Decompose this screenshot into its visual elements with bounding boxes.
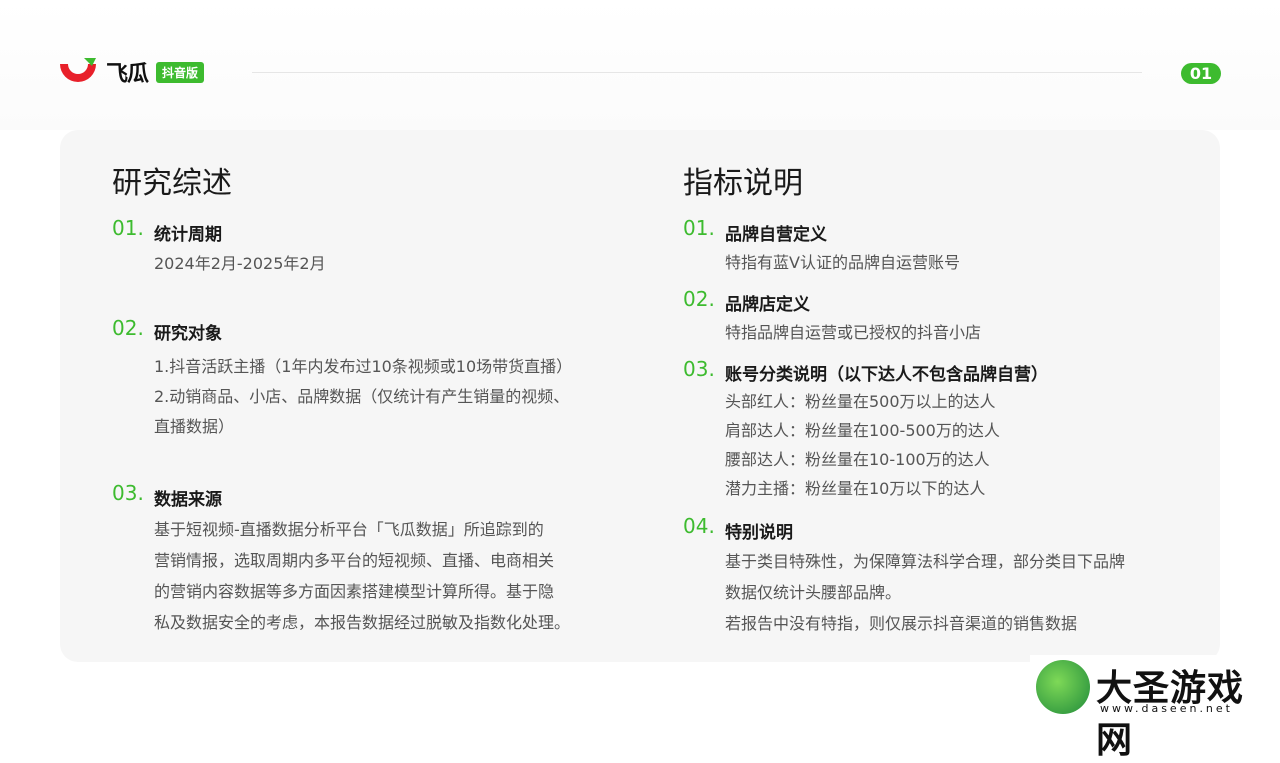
right-section-3-line-1: 头部红人：粉丝量在500万以上的达人 xyxy=(725,392,996,411)
watermark-logo-icon xyxy=(1036,660,1090,714)
right-section-3-heading: 账号分类说明（以下达人不包含品牌自营） xyxy=(725,365,1048,385)
melon-logo-icon xyxy=(58,56,102,88)
watermark-url: www.daseen.net xyxy=(1100,702,1233,715)
left-section-2-number: 02. xyxy=(112,316,144,340)
right-section-2-heading: 品牌店定义 xyxy=(725,295,810,315)
left-section-3-line-1: 基于短视频-直播数据分析平台「飞瓜数据」所追踪到的 xyxy=(154,520,544,539)
left-section-2-heading: 研究对象 xyxy=(154,324,222,344)
right-section-2-number: 02. xyxy=(683,287,715,311)
left-section-1-line-1: 2024年2月-2025年2月 xyxy=(154,254,326,273)
left-section-1-number: 01. xyxy=(112,216,144,240)
left-section-3-line-2: 营销情报，选取周期内多平台的短视频、直播、电商相关 xyxy=(154,551,555,570)
right-section-3-number: 03. xyxy=(683,357,715,381)
header-divider xyxy=(252,72,1142,73)
left-section-2-line-1: 1.抖音活跃主播（1年内发布过10条视频或10场带货直播） xyxy=(154,357,573,376)
right-column-title: 指标说明 xyxy=(683,166,803,201)
left-section-2-line-2: 2.动销商品、小店、品牌数据（仅统计有产生销量的视频、 xyxy=(154,387,570,406)
right-section-4-line-1: 基于类目特殊性，为保障算法科学合理，部分类目下品牌 xyxy=(725,552,1126,571)
brand-badge: 抖音版 xyxy=(156,61,205,83)
brand-name: 飞瓜 xyxy=(106,62,149,87)
right-section-4-line-3: 若报告中没有特指，则仅展示抖音渠道的销售数据 xyxy=(725,614,1078,633)
left-section-3-line-3: 的营销内容数据等多方面因素搭建模型计算所得。基于隐 xyxy=(154,582,555,601)
right-section-4-heading: 特别说明 xyxy=(725,523,793,543)
left-column-title: 研究综述 xyxy=(112,166,232,201)
left-section-2-line-3: 直播数据） xyxy=(154,417,235,436)
right-section-1-line-1: 特指有蓝V认证的品牌自运营账号 xyxy=(725,253,960,272)
left-section-1-heading: 统计周期 xyxy=(154,225,222,245)
brand-logo[interactable]: 飞瓜 抖音版 xyxy=(58,56,205,88)
right-section-4-line-2: 数据仅统计头腰部品牌。 xyxy=(725,583,902,602)
right-section-2-line-1: 特指品牌自运营或已授权的抖音小店 xyxy=(725,323,982,342)
right-section-3-line-4: 潜力主播：粉丝量在10万以下的达人 xyxy=(725,479,986,498)
right-section-3-line-3: 腰部达人：粉丝量在10-100万的达人 xyxy=(725,450,990,469)
right-section-3-line-2: 肩部达人：粉丝量在100-500万的达人 xyxy=(725,421,1000,440)
site-watermark[interactable]: 大圣游戏网 www.daseen.net xyxy=(1030,655,1280,761)
right-section-1-number: 01. xyxy=(683,216,715,240)
left-section-3-line-4: 私及数据安全的考虑，本报告数据经过脱敏及指数化处理。 xyxy=(154,613,571,632)
right-section-4-number: 04. xyxy=(683,514,715,538)
left-section-3-number: 03. xyxy=(112,481,144,505)
right-section-1-heading: 品牌自营定义 xyxy=(725,225,827,245)
left-section-3-heading: 数据来源 xyxy=(154,490,222,510)
page-number-badge: 01 xyxy=(1181,63,1221,84)
